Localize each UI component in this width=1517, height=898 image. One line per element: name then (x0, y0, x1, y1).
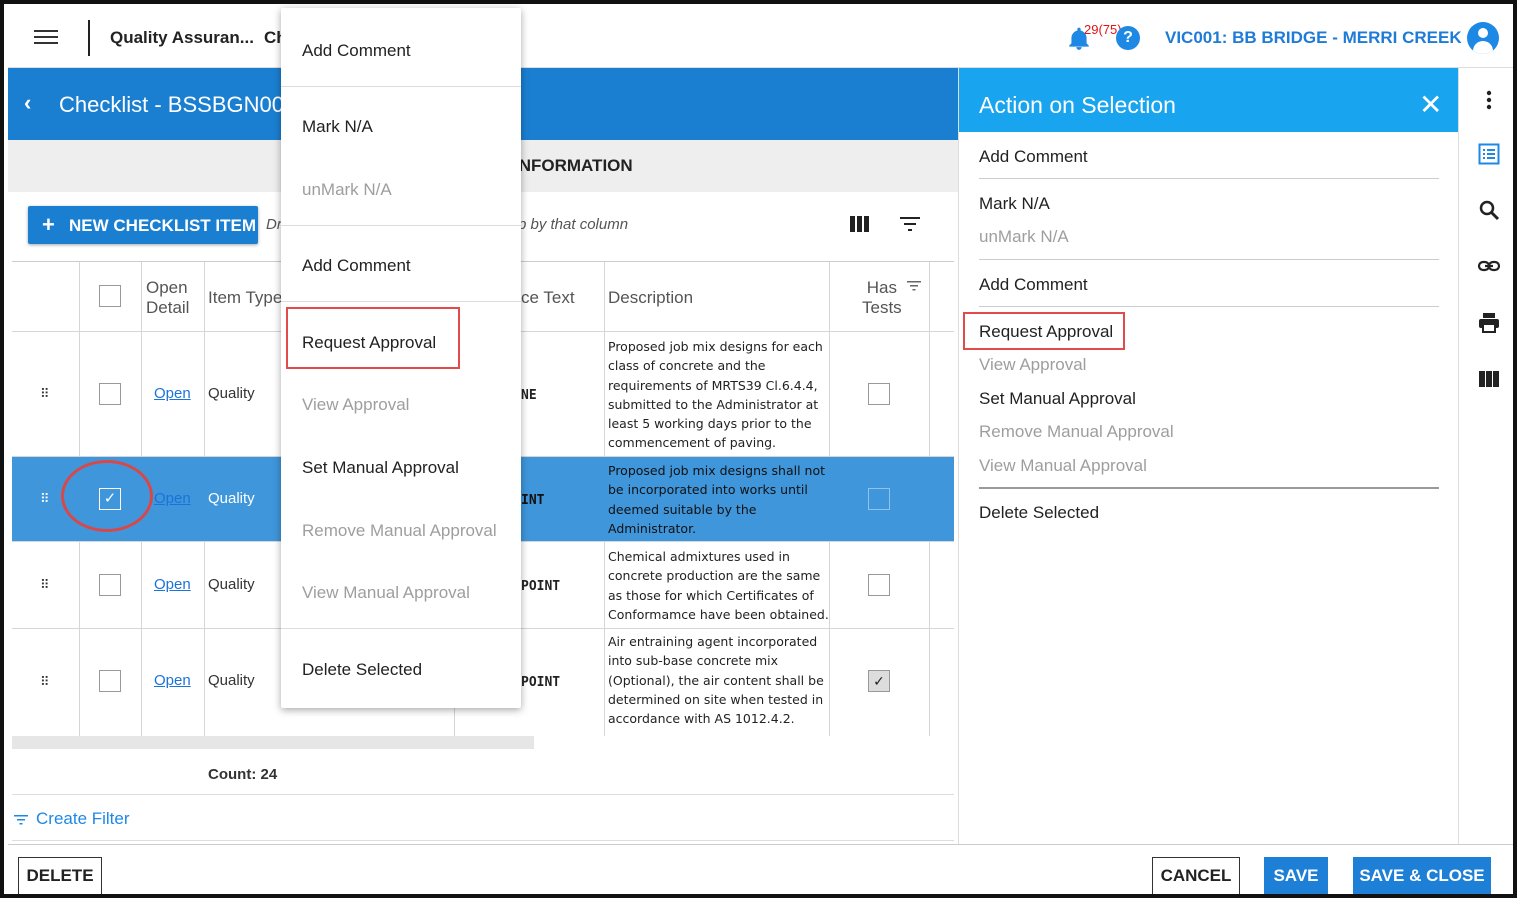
create-filter-label: Create Filter (36, 809, 130, 828)
menu-item-view-manual-approval: View Manual Approval (302, 583, 470, 602)
item-type-cell: Quality (208, 490, 255, 507)
save-button[interactable]: SAVE (1264, 857, 1328, 894)
section-title: INFORMATION (514, 156, 633, 175)
reference-cell: POINT (521, 579, 561, 594)
has-tests-checkbox[interactable] (868, 383, 890, 405)
select-all-checkbox[interactable] (99, 285, 121, 307)
group-drag-hint-tail: p by that column (518, 216, 629, 233)
description-cell: Air entraining agent incorporated into s… (608, 634, 824, 727)
menu-item-add-comment[interactable]: Add Comment (302, 41, 411, 61)
has-tests-checkbox[interactable] (868, 574, 890, 596)
selection-highlight-annotation (61, 460, 153, 532)
item-type-cell: Quality (208, 576, 255, 593)
topbar-divider (88, 20, 90, 56)
delete-button[interactable]: DELETE (18, 857, 102, 894)
action-delete-selected[interactable]: Delete Selected (979, 503, 1099, 523)
search-icon[interactable] (1477, 198, 1501, 222)
menu-item-add-comment-2[interactable]: Add Comment (302, 256, 411, 276)
action-panel-header: Action on Selection ✕ (959, 68, 1459, 132)
columns-icon[interactable] (1477, 367, 1501, 391)
row-checkbox[interactable] (99, 574, 121, 596)
project-name[interactable]: VIC001: BB BRIDGE - MERRI CREEK (1165, 28, 1462, 48)
reference-cell: INT (521, 493, 545, 508)
filter-icon (14, 814, 28, 825)
footer-bar: DELETE CANCEL SAVE SAVE & CLOSE (8, 844, 1513, 894)
menu-item-unmark-na: unMark N/A (302, 180, 392, 199)
top-bar: Quality Assuran... Ch 29(75) ? VIC001: B… (8, 8, 1513, 68)
open-link[interactable]: Open (154, 576, 191, 593)
reference-cell: POINT (521, 675, 561, 690)
right-icon-rail (1458, 68, 1513, 844)
app-title: Quality Assuran... (110, 28, 254, 47)
save-and-close-button[interactable]: SAVE & CLOSE (1353, 857, 1491, 894)
context-menu: Add Comment Mark N/A unMark N/A Add Comm… (281, 8, 521, 708)
action-unmark-na: unMark N/A (979, 227, 1069, 246)
open-detail-header-line1: Open (146, 278, 188, 297)
menu-item-mark-na[interactable]: Mark N/A (302, 117, 373, 137)
horizontal-scrollbar[interactable] (12, 736, 534, 749)
new-checklist-item-button[interactable]: + NEW CHECKLIST ITEM (28, 206, 258, 244)
menu-item-remove-manual-approval: Remove Manual Approval (302, 521, 497, 540)
divider (12, 794, 954, 795)
checklist-title: Checklist - BSSBGN001 (59, 92, 297, 117)
open-link[interactable]: Open (154, 672, 191, 689)
create-filter-link[interactable]: Create Filter (14, 809, 130, 829)
action-set-manual-approval[interactable]: Set Manual Approval (979, 389, 1136, 409)
request-approval-highlight-annotation (963, 312, 1125, 350)
close-icon[interactable]: ✕ (1419, 88, 1442, 121)
menu-item-set-manual-approval[interactable]: Set Manual Approval (302, 458, 459, 478)
action-on-selection-panel: Action on Selection ✕ Add Comment Mark N… (958, 68, 1459, 844)
columns-icon[interactable] (850, 216, 870, 232)
action-add-comment[interactable]: Add Comment (979, 147, 1088, 167)
has-tests-checkbox-checked[interactable]: ✓ (868, 670, 890, 692)
group-drag-hint: Dr (266, 216, 282, 233)
action-panel-title: Action on Selection (979, 92, 1176, 118)
menu-item-view-approval: View Approval (302, 395, 410, 414)
filter-icon[interactable] (900, 216, 920, 232)
help-icon[interactable]: ? (1116, 26, 1140, 50)
has-tests-checkbox[interactable] (868, 488, 890, 510)
drag-handle-icon[interactable]: ⠿ (40, 577, 49, 593)
action-mark-na[interactable]: Mark N/A (979, 194, 1050, 214)
back-chevron-icon[interactable]: ‹ (24, 90, 31, 116)
divider (12, 840, 954, 841)
row-checkbox[interactable] (99, 383, 121, 405)
item-type-cell: Quality (208, 672, 255, 689)
link-icon[interactable] (1477, 254, 1501, 278)
column-filter-icon[interactable] (907, 280, 921, 292)
reference-cell: NE (521, 388, 537, 403)
plus-icon: + (42, 212, 55, 237)
drag-handle-icon[interactable]: ⠿ (40, 386, 49, 402)
row-count: Count: 24 (208, 766, 278, 783)
action-view-manual-approval: View Manual Approval (979, 456, 1147, 475)
menu-item-delete-selected[interactable]: Delete Selected (302, 660, 422, 680)
open-link[interactable]: Open (154, 490, 191, 507)
row-checkbox[interactable] (99, 670, 121, 692)
has-tests-header-line1: Has (866, 278, 897, 297)
print-icon[interactable] (1477, 311, 1501, 335)
item-type-cell: Quality (208, 385, 255, 402)
request-approval-highlight-annotation (286, 307, 460, 369)
cancel-button[interactable]: CANCEL (1152, 857, 1240, 894)
action-add-comment-2[interactable]: Add Comment (979, 275, 1088, 295)
drag-handle-icon[interactable]: ⠿ (40, 674, 49, 690)
open-link[interactable]: Open (154, 385, 191, 402)
description-cell: Proposed job mix designs shall not be in… (608, 463, 826, 536)
more-vert-icon[interactable] (1477, 88, 1501, 112)
action-view-approval: View Approval (979, 355, 1087, 374)
list-icon[interactable] (1477, 142, 1501, 166)
action-remove-manual-approval: Remove Manual Approval (979, 422, 1174, 441)
description-cell: Proposed job mix designs for each class … (608, 339, 823, 451)
open-detail-header-line2: Detail (146, 298, 190, 317)
hamburger-menu-icon[interactable] (32, 26, 60, 50)
new-checklist-item-label: NEW CHECKLIST ITEM (69, 216, 256, 235)
description-cell: Chemical admixtures used in concrete pro… (608, 549, 829, 622)
drag-handle-icon[interactable]: ⠿ (40, 491, 49, 507)
app-window: Quality Assuran... Ch 29(75) ? VIC001: B… (0, 0, 1517, 898)
user-avatar-icon[interactable] (1467, 22, 1499, 54)
has-tests-header-line2: Tests (862, 298, 902, 317)
